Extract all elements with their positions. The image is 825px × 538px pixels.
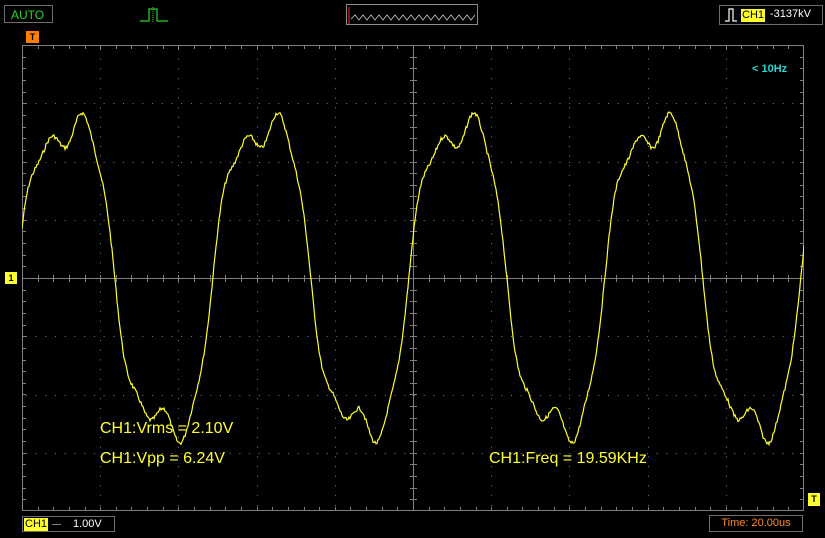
measurement-vpp: CH1:Vpp = 6.24V [100,450,225,467]
trigger-channel-tag: CH1 [741,9,766,22]
rising-edge-icon [725,8,737,22]
oscilloscope-screen: AUTO CH1 -3137kV T 1 T < 10Hz CH1:Vrms =… [0,0,825,538]
ch1-tag: CH1 [24,518,49,531]
trigger-pulse-icon [140,7,168,23]
trigger-frequency-indicator: < 10Hz [752,63,788,75]
trigger-level-marker[interactable]: T [808,493,820,506]
dc-coupling-icon: ⎯⎯ [52,519,62,529]
ch1-volts-per-div: 1.00V [73,518,102,530]
ch1-scale-panel[interactable]: CH1 ⎯⎯ 1.00V [22,516,115,532]
measurement-freq: CH1:Freq = 19.59KHz [489,450,647,467]
memory-overview-waveform [350,14,476,21]
timebase-label[interactable]: Time: 20.00us [709,515,803,532]
acquisition-mode-badge[interactable]: AUTO [4,5,53,23]
measurement-vrms: CH1:Vrms = 2.10V [100,420,234,437]
memory-overview-bar[interactable] [346,4,478,25]
waveform-display[interactable] [22,45,804,511]
trigger-position-marker[interactable]: T [26,31,39,43]
trigger-level-value: -3137kV [770,8,811,20]
trigger-status-panel[interactable]: CH1 -3137kV [719,5,823,25]
ch1-ground-marker[interactable]: 1 [5,272,17,284]
